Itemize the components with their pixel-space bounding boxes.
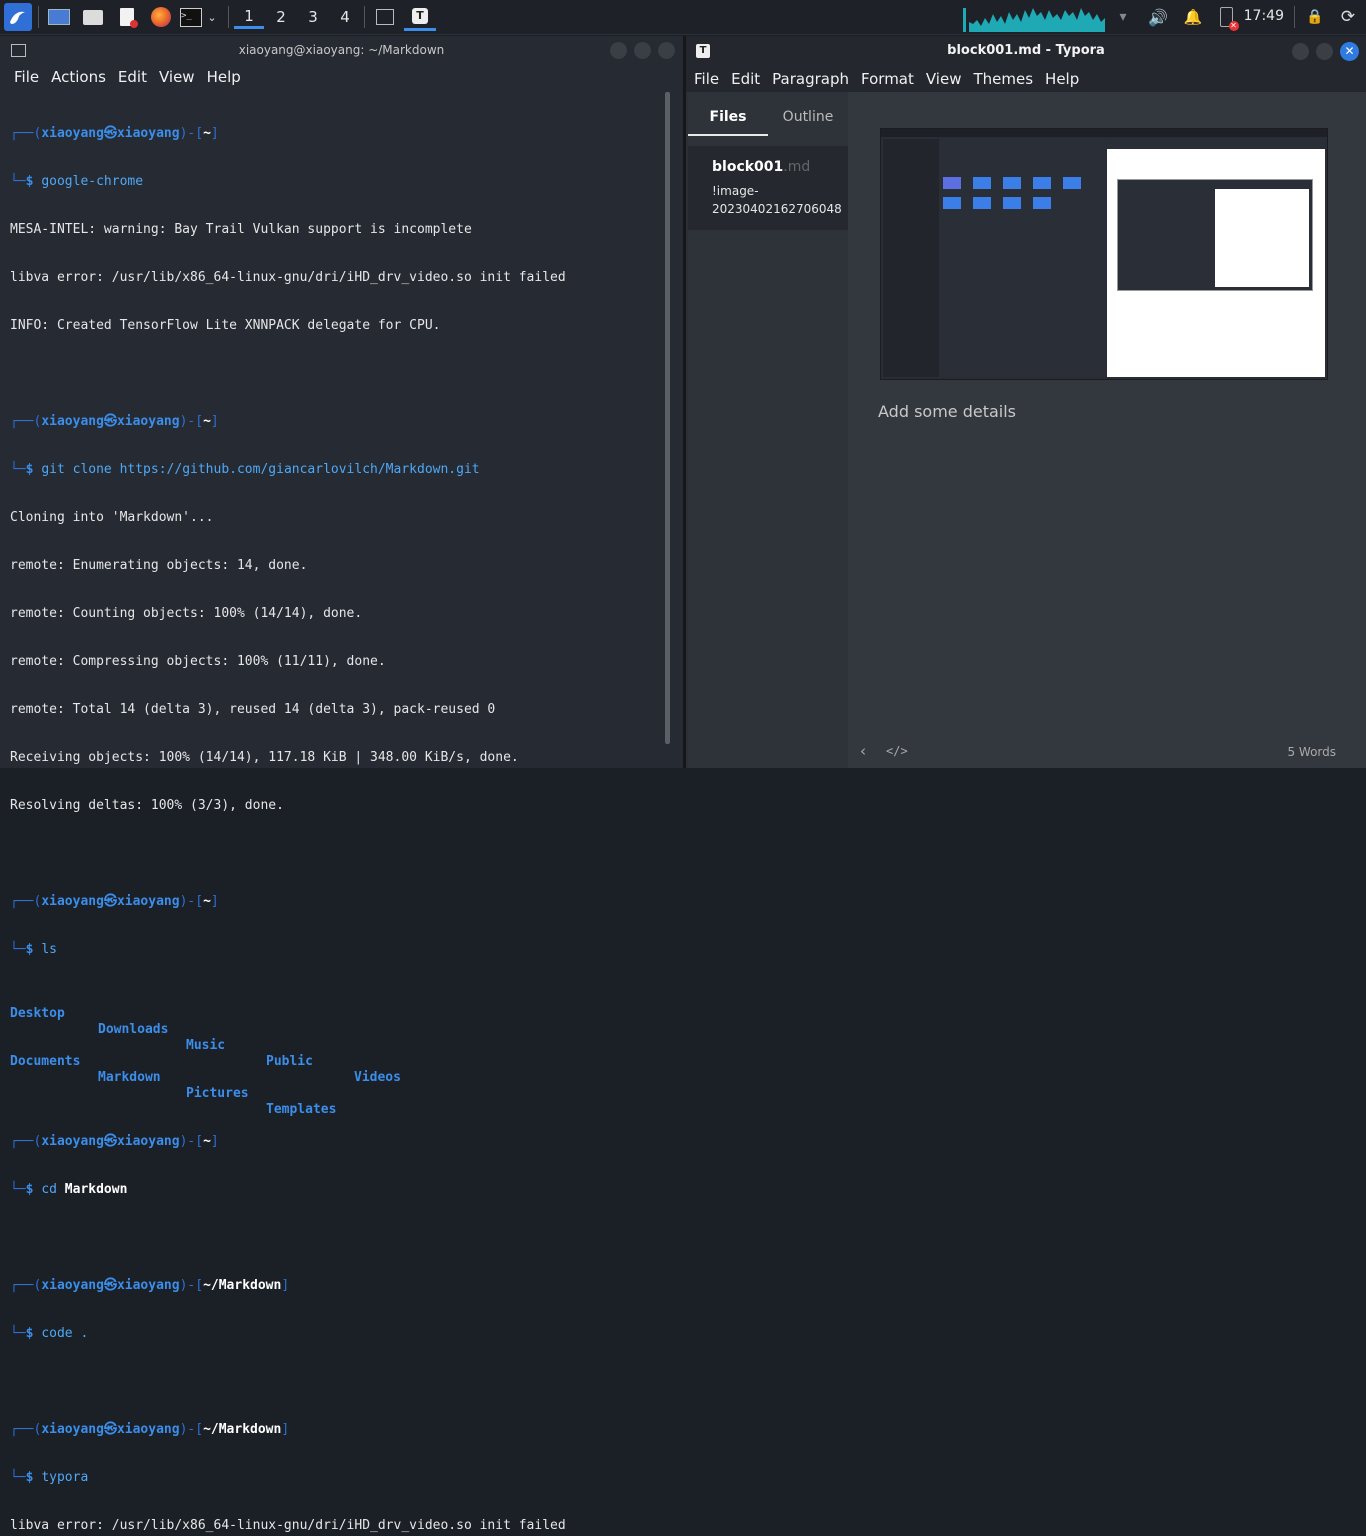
- typora-menu-paragraph[interactable]: Paragraph: [766, 66, 855, 92]
- typora-menu-format[interactable]: Format: [855, 66, 920, 92]
- file-extension: .md: [783, 159, 811, 175]
- source-code-icon[interactable]: </>: [886, 744, 908, 758]
- maximize-button[interactable]: [634, 42, 651, 59]
- output-line: libva error: /usr/lib/x86_64-linux-gnu/d…: [10, 1518, 566, 1533]
- battery-icon[interactable]: ✕: [1214, 3, 1239, 31]
- typora-menu-edit[interactable]: Edit: [725, 66, 766, 92]
- command-line: └─$ code .: [10, 1326, 89, 1341]
- command-line: └─$ google-chrome: [10, 174, 144, 189]
- word-count[interactable]: 5 Words: [1287, 745, 1336, 759]
- typora-app-icon: T: [696, 44, 710, 58]
- typora-close-button[interactable]: ✕: [1340, 42, 1359, 61]
- terminal-title: xiaoyang@xiaoyang: ~/Markdown: [238, 43, 445, 57]
- taskbar: >_ ⌄ 1 2 3 4 T ▾ 🔊 🔔 ✕ 17:49 🔒 ⟳: [0, 0, 1366, 35]
- file-list-item[interactable]: block001.md !image- 20230402162706048: [688, 146, 848, 230]
- output-line: libva error: /usr/lib/x86_64-linux-gnu/d…: [10, 270, 566, 285]
- typora-task-button[interactable]: T: [404, 3, 436, 31]
- output-line: remote: Counting objects: 100% (14/14), …: [10, 606, 363, 621]
- tab-files[interactable]: Files: [688, 100, 768, 136]
- prompt-line: ┌──(xiaoyang㉿xiaoyang)-[~/Markdown]: [10, 1278, 290, 1293]
- menu-view[interactable]: View: [153, 64, 201, 90]
- typora-menubar: File Edit Paragraph Format View Themes Help: [686, 66, 1366, 92]
- output-line: INFO: Created TensorFlow Lite XNNPACK de…: [10, 318, 441, 333]
- command-line: └─$ git clone https://github.com/giancar…: [10, 462, 480, 477]
- editor-footer: ‹ </> 5 Words: [848, 736, 1366, 768]
- desktop-icon[interactable]: [46, 3, 72, 31]
- command-line: └─$ cd Markdown: [10, 1182, 128, 1197]
- menu-help[interactable]: Help: [201, 64, 247, 90]
- prompt-line: ┌──(xiaoyang㉿xiaoyang)-[~]: [10, 414, 219, 429]
- clock[interactable]: 17:49: [1244, 8, 1284, 24]
- typora-menu-themes[interactable]: Themes: [967, 66, 1039, 92]
- typora-editor[interactable]: Add some details ‹ </> 5 Words: [848, 92, 1366, 768]
- terminal-output[interactable]: ┌──(xiaoyang㉿xiaoyang)-[~] └─$ google-ch…: [10, 94, 660, 1533]
- ls-output-row: Desktop Downloads Music Public Videos: [10, 1006, 401, 1085]
- terminal-menubar: File Actions Edit View Help: [0, 64, 691, 90]
- terminal-task-button[interactable]: [370, 3, 400, 31]
- workspace-4[interactable]: 4: [330, 5, 360, 29]
- kali-menu-icon[interactable]: [4, 3, 32, 31]
- typora-sidebar: Files Outline block001.md !image- 202304…: [688, 92, 848, 768]
- output-line: remote: Compressing objects: 100% (11/11…: [10, 654, 386, 669]
- file-name: block001: [712, 159, 784, 175]
- terminal-scrollbar[interactable]: [665, 92, 670, 744]
- typora-minimize-button[interactable]: [1292, 43, 1309, 60]
- minimize-button[interactable]: [610, 42, 627, 59]
- typora-menu-file[interactable]: File: [688, 66, 725, 92]
- prompt-line: ┌──(xiaoyang㉿xiaoyang)-[~]: [10, 126, 219, 141]
- menu-file[interactable]: File: [8, 64, 45, 90]
- logout-icon[interactable]: ⟳: [1336, 3, 1360, 31]
- terminal-window-icon: [11, 44, 26, 57]
- workspace-1[interactable]: 1: [234, 5, 264, 29]
- prompt-line: ┌──(xiaoyang㉿xiaoyang)-[~]: [10, 894, 219, 909]
- prompt-line: ┌──(xiaoyang㉿xiaoyang)-[~/Markdown]: [10, 1422, 290, 1437]
- file-preview: !image- 20230402162706048: [712, 184, 842, 216]
- menu-actions[interactable]: Actions: [45, 64, 112, 90]
- typora-maximize-button[interactable]: [1316, 43, 1333, 60]
- tab-outline[interactable]: Outline: [768, 100, 848, 134]
- terminal-launcher-icon[interactable]: >_: [180, 3, 202, 31]
- output-line: Resolving deltas: 100% (3/3), done.: [10, 798, 284, 813]
- volume-icon[interactable]: 🔊: [1146, 3, 1170, 31]
- prompt-line: ┌──(xiaoyang㉿xiaoyang)-[~]: [10, 1134, 219, 1149]
- typora-menu-view[interactable]: View: [920, 66, 968, 92]
- workspace-2[interactable]: 2: [266, 5, 296, 29]
- command-line: └─$ ls: [10, 942, 57, 957]
- embedded-screenshot-image[interactable]: [880, 128, 1328, 380]
- file-manager-icon[interactable]: [80, 3, 106, 31]
- output-line: remote: Total 14 (delta 3), reused 14 (d…: [10, 702, 496, 717]
- output-line: MESA-INTEL: warning: Bay Trail Vulkan su…: [10, 222, 472, 237]
- ls-output-row: Documents Markdown Pictures Templates: [10, 1054, 337, 1117]
- output-line: remote: Enumerating objects: 14, done.: [10, 558, 308, 573]
- firefox-icon[interactable]: [148, 3, 174, 31]
- lock-icon[interactable]: 🔒: [1304, 3, 1326, 31]
- command-line: └─$ typora: [10, 1470, 89, 1485]
- typora-window: T block001.md - Typora ✕ File Edit Paragra…: [686, 36, 1366, 768]
- text-editor-icon[interactable]: [114, 3, 140, 31]
- output-line: Receiving objects: 100% (14/14), 117.18 …: [10, 750, 519, 765]
- workspace-3[interactable]: 3: [298, 5, 328, 29]
- editor-paragraph[interactable]: Add some details: [878, 402, 1016, 421]
- typora-title: block001.md - Typora: [947, 43, 1105, 58]
- output-line: Cloning into 'Markdown'...: [10, 510, 214, 525]
- cpu-graph: [963, 2, 1105, 32]
- terminal-window: xiaoyang@xiaoyang: ~/Markdown File Action…: [0, 36, 683, 1533]
- close-button[interactable]: [658, 42, 675, 59]
- chevron-down-icon[interactable]: ⌄: [204, 3, 220, 31]
- typora-titlebar: T block001.md - Typora ✕: [686, 36, 1366, 66]
- typora-menu-help[interactable]: Help: [1039, 66, 1085, 92]
- menu-edit[interactable]: Edit: [112, 64, 153, 90]
- terminal-titlebar: xiaoyang@xiaoyang: ~/Markdown: [0, 36, 683, 64]
- wifi-icon[interactable]: ▾: [1112, 3, 1134, 31]
- chevron-left-icon[interactable]: ‹: [860, 742, 866, 760]
- notification-bell-icon[interactable]: 🔔: [1182, 3, 1204, 31]
